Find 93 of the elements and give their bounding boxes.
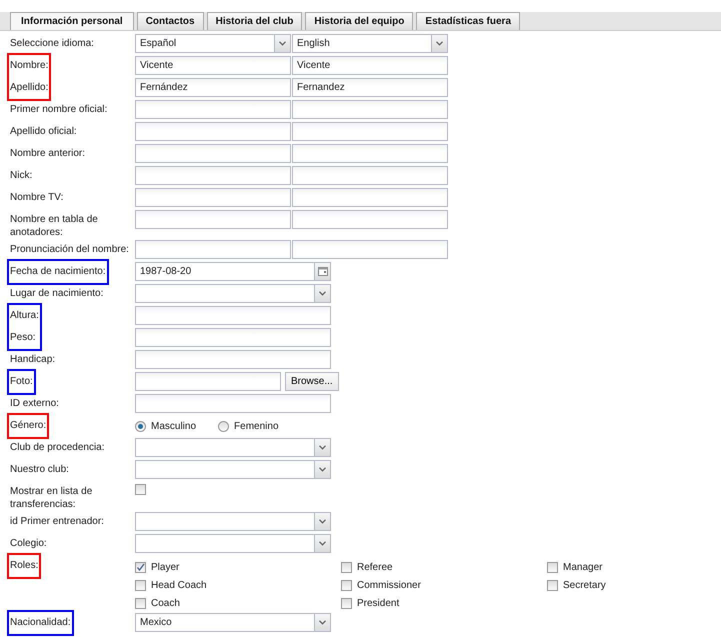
caret-icon[interactable] xyxy=(436,41,443,46)
checkbox[interactable] xyxy=(135,484,146,495)
field-label: Nacionalidad: xyxy=(9,616,72,630)
text-field[interactable] xyxy=(135,328,331,347)
tab[interactable]: Información personal xyxy=(10,12,134,30)
checkbox[interactable] xyxy=(135,580,146,590)
dropdown-field[interactable]: English xyxy=(292,34,448,53)
radio-button[interactable] xyxy=(218,420,230,432)
field-label: Lugar de nacimiento: xyxy=(10,287,104,300)
dropdown-field[interactable] xyxy=(135,284,331,303)
field-label: id Primer entrenador: xyxy=(10,515,105,528)
checkbox[interactable] xyxy=(135,598,146,608)
field-label: Nombre: xyxy=(9,59,50,73)
option-label: Manager xyxy=(563,560,602,574)
tab[interactable]: Historia del equipo xyxy=(305,12,414,30)
caret-icon[interactable] xyxy=(319,467,326,472)
option-label: President xyxy=(357,596,400,610)
text-field[interactable]: Fernández xyxy=(135,78,291,97)
option-label: Femenino xyxy=(234,420,278,434)
text-field[interactable] xyxy=(135,188,291,207)
tab[interactable]: Estadísticas fuera xyxy=(416,12,520,30)
calendar-icon[interactable] xyxy=(318,267,328,276)
browse-button[interactable]: Browse... xyxy=(285,372,339,391)
text-field[interactable] xyxy=(135,166,291,185)
checkbox[interactable] xyxy=(547,580,558,590)
field-label: Nombre TV: xyxy=(10,191,64,204)
field-label: Pronunciación del nombre: xyxy=(10,243,130,256)
text-field[interactable] xyxy=(292,210,448,229)
text-field[interactable] xyxy=(135,240,291,259)
text-field[interactable] xyxy=(135,210,291,229)
text-field[interactable] xyxy=(135,306,331,325)
text-field[interactable] xyxy=(292,188,448,207)
checkbox[interactable] xyxy=(341,580,352,590)
dropdown-field[interactable] xyxy=(135,438,331,457)
text-field[interactable] xyxy=(292,122,448,141)
field-label: Altura: xyxy=(9,309,40,323)
caret-icon[interactable] xyxy=(319,291,326,296)
field-label: Peso: xyxy=(9,331,37,345)
field-label: Club de procedencia: xyxy=(10,441,106,454)
option-label: Player xyxy=(151,560,180,574)
field-label: Apellido oficial: xyxy=(10,125,78,138)
field-label: ID externo: xyxy=(10,397,60,410)
field-label: Handicap: xyxy=(10,353,56,366)
caret-icon[interactable] xyxy=(319,445,326,450)
option-label: Commissioner xyxy=(357,578,421,592)
text-field[interactable] xyxy=(135,100,291,119)
text-field[interactable] xyxy=(135,372,281,391)
option-label: Coach xyxy=(151,596,180,610)
field-label: Mostrar en lista de transferencias: xyxy=(10,485,94,511)
field-label: Nombre anterior: xyxy=(10,147,86,160)
caret-icon[interactable] xyxy=(319,541,326,546)
tab[interactable]: Historia del club xyxy=(206,12,302,30)
field-label: Apellido: xyxy=(9,81,50,95)
field-label: Seleccione idioma: xyxy=(10,37,95,50)
text-field[interactable]: Vicente xyxy=(135,56,291,75)
checkbox[interactable] xyxy=(135,562,146,572)
field-label: Nick: xyxy=(10,169,34,182)
text-field[interactable] xyxy=(292,144,448,163)
field-label: Nombre en tabla de anotadores: xyxy=(10,213,99,239)
text-field[interactable] xyxy=(135,122,291,141)
text-field[interactable] xyxy=(292,100,448,119)
caret-icon[interactable] xyxy=(319,620,326,625)
radio-button[interactable] xyxy=(135,420,146,432)
checkbox[interactable] xyxy=(341,598,352,608)
field-label: Nuestro club: xyxy=(10,463,70,476)
field-label: Roles: xyxy=(9,559,40,573)
dropdown-field[interactable] xyxy=(135,460,331,479)
checkbox[interactable] xyxy=(547,562,558,572)
field-label: Primer nombre oficial: xyxy=(10,103,108,116)
dropdown-field[interactable] xyxy=(135,512,331,531)
text-field[interactable]: Vicente xyxy=(292,56,448,75)
caret-icon[interactable] xyxy=(279,41,286,46)
option-label: Head Coach xyxy=(151,578,207,592)
text-field[interactable] xyxy=(135,144,291,163)
text-field[interactable] xyxy=(135,350,331,369)
text-field[interactable]: Fernandez xyxy=(292,78,448,97)
option-label: Referee xyxy=(357,560,393,574)
text-field[interactable] xyxy=(292,166,448,185)
dropdown-field[interactable]: Español xyxy=(135,34,291,53)
text-field[interactable] xyxy=(135,394,331,413)
dropdown-field[interactable]: Mexico xyxy=(135,613,331,632)
caret-icon[interactable] xyxy=(319,519,326,524)
field-label: Foto: xyxy=(9,375,34,389)
field-label: Colegio: xyxy=(10,537,48,550)
field-label: Género: xyxy=(9,419,48,433)
option-label: Secretary xyxy=(563,578,606,592)
text-field[interactable] xyxy=(292,240,448,259)
option-label: Masculino xyxy=(151,420,196,434)
checkbox[interactable] xyxy=(341,562,352,572)
dropdown-field[interactable] xyxy=(135,534,331,553)
field-label: Fecha de nacimiento: xyxy=(9,265,107,279)
date-field[interactable]: 1987-08-20 xyxy=(135,262,331,281)
tab[interactable]: Contactos xyxy=(136,12,204,30)
